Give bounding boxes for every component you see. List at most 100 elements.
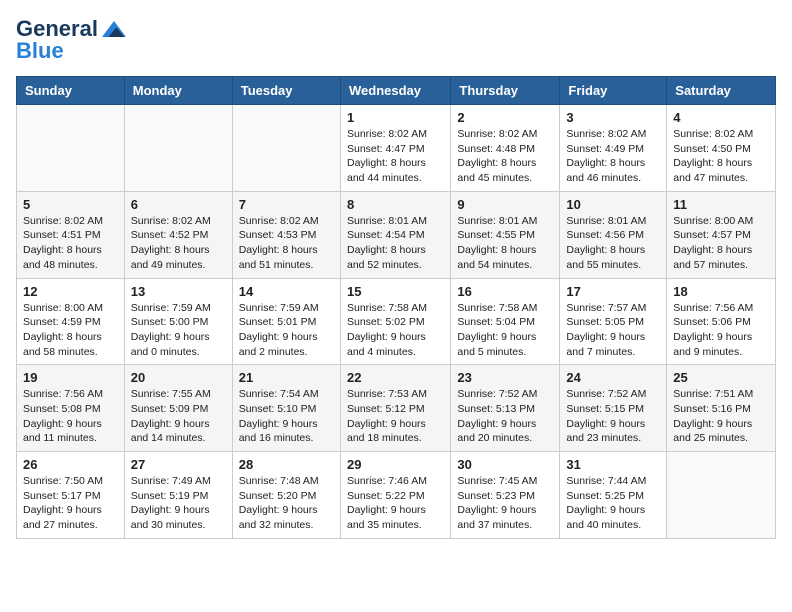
- calendar-cell: [124, 105, 232, 192]
- calendar-cell: 24 Sunrise: 7:52 AM Sunset: 5:15 PM Dayli…: [560, 365, 667, 452]
- day-number: 9: [457, 197, 553, 212]
- day-content: Sunrise: 7:46 AM Sunset: 5:22 PM Dayligh…: [347, 474, 444, 533]
- day-number: 16: [457, 284, 553, 299]
- day-content: Sunrise: 7:58 AM Sunset: 5:02 PM Dayligh…: [347, 301, 444, 360]
- day-content: Sunrise: 7:49 AM Sunset: 5:19 PM Dayligh…: [131, 474, 226, 533]
- day-number: 4: [673, 110, 769, 125]
- day-content: Sunrise: 7:53 AM Sunset: 5:12 PM Dayligh…: [347, 387, 444, 446]
- calendar-cell: 5Sunrise: 8:02 AM Sunset: 4:51 PM Daylig…: [17, 191, 125, 278]
- day-number: 29: [347, 457, 444, 472]
- day-number: 27: [131, 457, 226, 472]
- day-content: Sunrise: 7:50 AM Sunset: 5:17 PM Dayligh…: [23, 474, 118, 533]
- day-number: 31: [566, 457, 660, 472]
- logo-blue: Blue: [16, 38, 64, 64]
- calendar-table: SundayMondayTuesdayWednesdayThursdayFrid…: [16, 76, 776, 539]
- calendar-cell: 30Sunrise: 7:45 AM Sunset: 5:23 PM Dayli…: [451, 452, 560, 539]
- day-number: 14: [239, 284, 334, 299]
- calendar-header-row: SundayMondayTuesdayWednesdayThursdayFrid…: [17, 77, 776, 105]
- calendar-cell: 26 Sunrise: 7:50 AM Sunset: 5:17 PM Dayli…: [17, 452, 125, 539]
- day-number: 12: [23, 284, 118, 299]
- calendar-cell: [232, 105, 340, 192]
- day-number: 7: [239, 197, 334, 212]
- logo: General Blue: [16, 16, 126, 64]
- calendar-cell: 2 Sunrise: 8:02 AM Sunset: 4:48 PM Daylig…: [451, 105, 560, 192]
- day-number: 6: [131, 197, 226, 212]
- day-content: Sunrise: 7:58 AM Sunset: 5:04 PM Dayligh…: [457, 301, 553, 360]
- day-content: Sunrise: 7:59 AM Sunset: 5:01 PM Dayligh…: [239, 301, 334, 360]
- day-number: 1: [347, 110, 444, 125]
- page-header: General Blue: [16, 16, 776, 64]
- calendar-cell: 21Sunrise: 7:54 AM Sunset: 5:10 PM Dayli…: [232, 365, 340, 452]
- day-content: Sunrise: 7:48 AM Sunset: 5:20 PM Dayligh…: [239, 474, 334, 533]
- calendar-day-header: Thursday: [451, 77, 560, 105]
- calendar-cell: 19 Sunrise: 7:56 AM Sunset: 5:08 PM Dayli…: [17, 365, 125, 452]
- day-number: 25: [673, 370, 769, 385]
- calendar-cell: 31 Sunrise: 7:44 AM Sunset: 5:25 PM Dayli…: [560, 452, 667, 539]
- calendar-cell: 14 Sunrise: 7:59 AM Sunset: 5:01 PM Dayli…: [232, 278, 340, 365]
- day-number: 19: [23, 370, 118, 385]
- calendar-cell: 23 Sunrise: 7:52 AM Sunset: 5:13 PM Dayli…: [451, 365, 560, 452]
- calendar-cell: 3 Sunrise: 8:02 AM Sunset: 4:49 PM Daylig…: [560, 105, 667, 192]
- day-content: Sunrise: 7:59 AM Sunset: 5:00 PM Dayligh…: [131, 301, 226, 360]
- calendar-cell: 20 Sunrise: 7:55 AM Sunset: 5:09 PM Dayli…: [124, 365, 232, 452]
- day-number: 30: [457, 457, 553, 472]
- day-content: Sunrise: 8:02 AM Sunset: 4:51 PM Dayligh…: [23, 214, 118, 273]
- calendar-cell: 16 Sunrise: 7:58 AM Sunset: 5:04 PM Dayli…: [451, 278, 560, 365]
- calendar-cell: 22 Sunrise: 7:53 AM Sunset: 5:12 PM Dayli…: [340, 365, 450, 452]
- day-number: 11: [673, 197, 769, 212]
- calendar-day-header: Friday: [560, 77, 667, 105]
- day-content: Sunrise: 8:02 AM Sunset: 4:49 PM Dayligh…: [566, 127, 660, 186]
- day-number: 23: [457, 370, 553, 385]
- day-content: Sunrise: 8:02 AM Sunset: 4:52 PM Dayligh…: [131, 214, 226, 273]
- calendar-cell: 8 Sunrise: 8:01 AM Sunset: 4:54 PM Daylig…: [340, 191, 450, 278]
- day-number: 18: [673, 284, 769, 299]
- day-number: 20: [131, 370, 226, 385]
- day-content: Sunrise: 7:52 AM Sunset: 5:13 PM Dayligh…: [457, 387, 553, 446]
- calendar-cell: 15 Sunrise: 7:58 AM Sunset: 5:02 PM Dayli…: [340, 278, 450, 365]
- calendar-day-header: Wednesday: [340, 77, 450, 105]
- day-number: 17: [566, 284, 660, 299]
- day-content: Sunrise: 7:44 AM Sunset: 5:25 PM Dayligh…: [566, 474, 660, 533]
- calendar-cell: 6 Sunrise: 8:02 AM Sunset: 4:52 PM Daylig…: [124, 191, 232, 278]
- day-content: Sunrise: 7:55 AM Sunset: 5:09 PM Dayligh…: [131, 387, 226, 446]
- calendar-cell: [667, 452, 776, 539]
- day-content: Sunrise: 8:01 AM Sunset: 4:54 PM Dayligh…: [347, 214, 444, 273]
- day-content: Sunrise: 8:02 AM Sunset: 4:47 PM Dayligh…: [347, 127, 444, 186]
- day-number: 28: [239, 457, 334, 472]
- calendar-cell: 1 Sunrise: 8:02 AM Sunset: 4:47 PM Daylig…: [340, 105, 450, 192]
- calendar-week-row: 26 Sunrise: 7:50 AM Sunset: 5:17 PM Dayli…: [17, 452, 776, 539]
- day-number: 8: [347, 197, 444, 212]
- calendar-week-row: 1 Sunrise: 8:02 AM Sunset: 4:47 PM Daylig…: [17, 105, 776, 192]
- calendar-day-header: Saturday: [667, 77, 776, 105]
- day-number: 26: [23, 457, 118, 472]
- day-number: 22: [347, 370, 444, 385]
- calendar-cell: 7 Sunrise: 8:02 AM Sunset: 4:53 PM Daylig…: [232, 191, 340, 278]
- day-content: Sunrise: 7:56 AM Sunset: 5:06 PM Dayligh…: [673, 301, 769, 360]
- day-content: Sunrise: 8:02 AM Sunset: 4:48 PM Dayligh…: [457, 127, 553, 186]
- calendar-cell: 13 Sunrise: 7:59 AM Sunset: 5:00 PM Dayli…: [124, 278, 232, 365]
- day-content: Sunrise: 8:01 AM Sunset: 4:55 PM Dayligh…: [457, 214, 553, 273]
- calendar-cell: 11 Sunrise: 8:00 AM Sunset: 4:57 PM Dayli…: [667, 191, 776, 278]
- day-number: 2: [457, 110, 553, 125]
- day-content: Sunrise: 8:00 AM Sunset: 4:57 PM Dayligh…: [673, 214, 769, 273]
- logo-icon: [102, 21, 126, 37]
- day-number: 15: [347, 284, 444, 299]
- calendar-week-row: 5Sunrise: 8:02 AM Sunset: 4:51 PM Daylig…: [17, 191, 776, 278]
- calendar-week-row: 19 Sunrise: 7:56 AM Sunset: 5:08 PM Dayli…: [17, 365, 776, 452]
- day-content: Sunrise: 7:57 AM Sunset: 5:05 PM Dayligh…: [566, 301, 660, 360]
- day-content: Sunrise: 8:01 AM Sunset: 4:56 PM Dayligh…: [566, 214, 660, 273]
- day-number: 3: [566, 110, 660, 125]
- calendar-day-header: Monday: [124, 77, 232, 105]
- day-content: Sunrise: 7:56 AM Sunset: 5:08 PM Dayligh…: [23, 387, 118, 446]
- day-content: Sunrise: 8:02 AM Sunset: 4:53 PM Dayligh…: [239, 214, 334, 273]
- day-content: Sunrise: 8:02 AM Sunset: 4:50 PM Dayligh…: [673, 127, 769, 186]
- calendar-cell: 18 Sunrise: 7:56 AM Sunset: 5:06 PM Dayli…: [667, 278, 776, 365]
- calendar-cell: [17, 105, 125, 192]
- calendar-week-row: 12 Sunrise: 8:00 AM Sunset: 4:59 PM Dayli…: [17, 278, 776, 365]
- day-number: 24: [566, 370, 660, 385]
- calendar-cell: 17 Sunrise: 7:57 AM Sunset: 5:05 PM Dayli…: [560, 278, 667, 365]
- day-number: 13: [131, 284, 226, 299]
- day-content: Sunrise: 7:52 AM Sunset: 5:15 PM Dayligh…: [566, 387, 660, 446]
- calendar-cell: 12 Sunrise: 8:00 AM Sunset: 4:59 PM Dayli…: [17, 278, 125, 365]
- day-content: Sunrise: 8:00 AM Sunset: 4:59 PM Dayligh…: [23, 301, 118, 360]
